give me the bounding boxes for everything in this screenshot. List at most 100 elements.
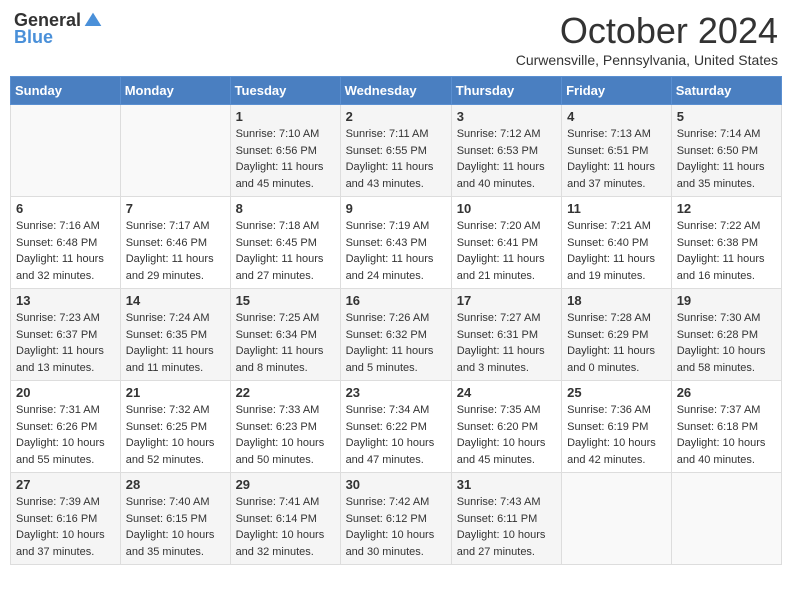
calendar-cell: 18 Sunrise: 7:28 AM Sunset: 6:29 PM Dayl…: [562, 289, 672, 381]
day-number: 20: [16, 385, 115, 400]
daylight-text: Daylight: 10 hours and 58 minutes.: [677, 345, 766, 374]
sunset-text: Sunset: 6:12 PM: [346, 513, 427, 525]
day-number: 31: [457, 477, 556, 492]
calendar-cell: 9 Sunrise: 7:19 AM Sunset: 6:43 PM Dayli…: [340, 197, 451, 289]
sunset-text: Sunset: 6:16 PM: [16, 513, 97, 525]
sunrise-text: Sunrise: 7:36 AM: [567, 404, 651, 416]
sunset-text: Sunset: 6:28 PM: [677, 329, 758, 341]
sunrise-text: Sunrise: 7:16 AM: [16, 220, 100, 232]
sunrise-text: Sunrise: 7:28 AM: [567, 312, 651, 324]
day-number: 15: [236, 293, 335, 308]
sunset-text: Sunset: 6:34 PM: [236, 329, 317, 341]
daylight-text: Daylight: 10 hours and 45 minutes.: [457, 437, 546, 466]
calendar-table: SundayMondayTuesdayWednesdayThursdayFrid…: [10, 76, 782, 565]
daylight-text: Daylight: 10 hours and 27 minutes.: [457, 529, 546, 558]
calendar-cell: 26 Sunrise: 7:37 AM Sunset: 6:18 PM Dayl…: [671, 381, 781, 473]
calendar-day-header: Thursday: [451, 77, 561, 105]
location-text: Curwensville, Pennsylvania, United State…: [516, 52, 778, 68]
day-number: 29: [236, 477, 335, 492]
daylight-text: Daylight: 11 hours and 16 minutes.: [677, 253, 765, 282]
sunrise-text: Sunrise: 7:41 AM: [236, 496, 320, 508]
day-info: Sunrise: 7:31 AM Sunset: 6:26 PM Dayligh…: [16, 402, 115, 468]
daylight-text: Daylight: 11 hours and 29 minutes.: [126, 253, 214, 282]
calendar-cell: 23 Sunrise: 7:34 AM Sunset: 6:22 PM Dayl…: [340, 381, 451, 473]
calendar-week-row: 13 Sunrise: 7:23 AM Sunset: 6:37 PM Dayl…: [11, 289, 782, 381]
daylight-text: Daylight: 11 hours and 40 minutes.: [457, 161, 545, 190]
sunrise-text: Sunrise: 7:18 AM: [236, 220, 320, 232]
calendar-cell: 11 Sunrise: 7:21 AM Sunset: 6:40 PM Dayl…: [562, 197, 672, 289]
sunrise-text: Sunrise: 7:12 AM: [457, 128, 541, 140]
daylight-text: Daylight: 10 hours and 55 minutes.: [16, 437, 105, 466]
day-info: Sunrise: 7:35 AM Sunset: 6:20 PM Dayligh…: [457, 402, 556, 468]
logo: General Blue: [14, 10, 103, 48]
day-info: Sunrise: 7:22 AM Sunset: 6:38 PM Dayligh…: [677, 218, 776, 284]
sunset-text: Sunset: 6:15 PM: [126, 513, 207, 525]
calendar-day-header: Friday: [562, 77, 672, 105]
calendar-cell: 27 Sunrise: 7:39 AM Sunset: 6:16 PM Dayl…: [11, 473, 121, 565]
sunrise-text: Sunrise: 7:22 AM: [677, 220, 761, 232]
day-number: 4: [567, 109, 666, 124]
sunrise-text: Sunrise: 7:34 AM: [346, 404, 430, 416]
daylight-text: Daylight: 11 hours and 0 minutes.: [567, 345, 655, 374]
day-info: Sunrise: 7:27 AM Sunset: 6:31 PM Dayligh…: [457, 310, 556, 376]
sunrise-text: Sunrise: 7:23 AM: [16, 312, 100, 324]
sunset-text: Sunset: 6:35 PM: [126, 329, 207, 341]
daylight-text: Daylight: 11 hours and 27 minutes.: [236, 253, 324, 282]
calendar-cell: 7 Sunrise: 7:17 AM Sunset: 6:46 PM Dayli…: [120, 197, 230, 289]
day-number: 26: [677, 385, 776, 400]
calendar-cell: 6 Sunrise: 7:16 AM Sunset: 6:48 PM Dayli…: [11, 197, 121, 289]
calendar-cell: [562, 473, 672, 565]
day-number: 6: [16, 201, 115, 216]
month-title: October 2024: [516, 10, 778, 52]
day-number: 5: [677, 109, 776, 124]
day-number: 23: [346, 385, 446, 400]
sunset-text: Sunset: 6:38 PM: [677, 237, 758, 249]
day-number: 30: [346, 477, 446, 492]
calendar-cell: 28 Sunrise: 7:40 AM Sunset: 6:15 PM Dayl…: [120, 473, 230, 565]
calendar-day-header: Sunday: [11, 77, 121, 105]
sunrise-text: Sunrise: 7:26 AM: [346, 312, 430, 324]
daylight-text: Daylight: 11 hours and 8 minutes.: [236, 345, 324, 374]
calendar-week-row: 6 Sunrise: 7:16 AM Sunset: 6:48 PM Dayli…: [11, 197, 782, 289]
day-number: 13: [16, 293, 115, 308]
calendar-cell: 19 Sunrise: 7:30 AM Sunset: 6:28 PM Dayl…: [671, 289, 781, 381]
day-info: Sunrise: 7:37 AM Sunset: 6:18 PM Dayligh…: [677, 402, 776, 468]
sunset-text: Sunset: 6:50 PM: [677, 145, 758, 157]
calendar-cell: 22 Sunrise: 7:33 AM Sunset: 6:23 PM Dayl…: [230, 381, 340, 473]
sunset-text: Sunset: 6:43 PM: [346, 237, 427, 249]
daylight-text: Daylight: 11 hours and 19 minutes.: [567, 253, 655, 282]
day-info: Sunrise: 7:19 AM Sunset: 6:43 PM Dayligh…: [346, 218, 446, 284]
sunset-text: Sunset: 6:23 PM: [236, 421, 317, 433]
day-info: Sunrise: 7:18 AM Sunset: 6:45 PM Dayligh…: [236, 218, 335, 284]
sunset-text: Sunset: 6:46 PM: [126, 237, 207, 249]
sunset-text: Sunset: 6:53 PM: [457, 145, 538, 157]
sunrise-text: Sunrise: 7:24 AM: [126, 312, 210, 324]
day-info: Sunrise: 7:20 AM Sunset: 6:41 PM Dayligh…: [457, 218, 556, 284]
daylight-text: Daylight: 11 hours and 3 minutes.: [457, 345, 545, 374]
day-info: Sunrise: 7:43 AM Sunset: 6:11 PM Dayligh…: [457, 494, 556, 560]
calendar-cell: 8 Sunrise: 7:18 AM Sunset: 6:45 PM Dayli…: [230, 197, 340, 289]
sunrise-text: Sunrise: 7:17 AM: [126, 220, 210, 232]
sunrise-text: Sunrise: 7:42 AM: [346, 496, 430, 508]
sunrise-text: Sunrise: 7:20 AM: [457, 220, 541, 232]
day-info: Sunrise: 7:30 AM Sunset: 6:28 PM Dayligh…: [677, 310, 776, 376]
daylight-text: Daylight: 10 hours and 30 minutes.: [346, 529, 435, 558]
day-number: 11: [567, 201, 666, 216]
sunrise-text: Sunrise: 7:37 AM: [677, 404, 761, 416]
sunset-text: Sunset: 6:48 PM: [16, 237, 97, 249]
day-info: Sunrise: 7:40 AM Sunset: 6:15 PM Dayligh…: [126, 494, 225, 560]
sunset-text: Sunset: 6:26 PM: [16, 421, 97, 433]
day-number: 22: [236, 385, 335, 400]
day-number: 2: [346, 109, 446, 124]
daylight-text: Daylight: 11 hours and 11 minutes.: [126, 345, 214, 374]
daylight-text: Daylight: 10 hours and 37 minutes.: [16, 529, 105, 558]
sunrise-text: Sunrise: 7:39 AM: [16, 496, 100, 508]
daylight-text: Daylight: 10 hours and 47 minutes.: [346, 437, 435, 466]
daylight-text: Daylight: 10 hours and 52 minutes.: [126, 437, 215, 466]
calendar-cell: 3 Sunrise: 7:12 AM Sunset: 6:53 PM Dayli…: [451, 105, 561, 197]
day-number: 1: [236, 109, 335, 124]
daylight-text: Daylight: 10 hours and 32 minutes.: [236, 529, 325, 558]
day-number: 25: [567, 385, 666, 400]
day-info: Sunrise: 7:28 AM Sunset: 6:29 PM Dayligh…: [567, 310, 666, 376]
calendar-day-header: Wednesday: [340, 77, 451, 105]
